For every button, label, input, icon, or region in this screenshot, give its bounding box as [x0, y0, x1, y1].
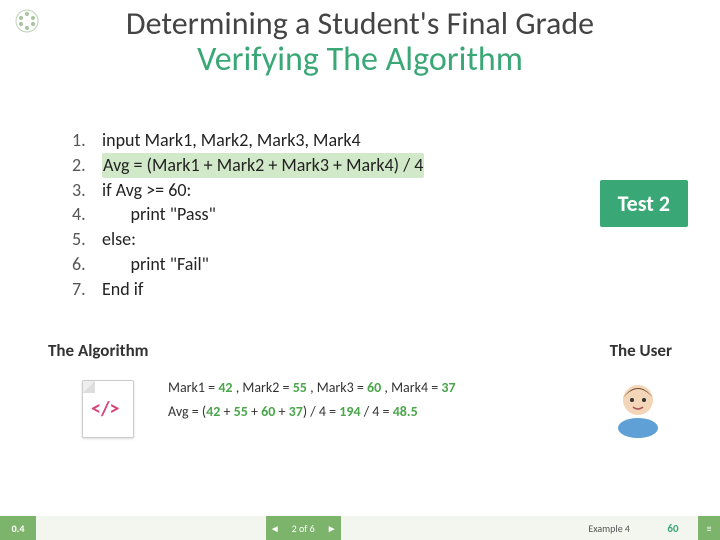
algo-line: 6. print "Fail" [72, 252, 532, 277]
trace-text: + [248, 403, 261, 420]
algo-line-number: 3. [72, 178, 102, 203]
slide-position: 2 of 6 [284, 522, 323, 535]
menu-button[interactable]: ≡ [698, 516, 720, 540]
footer-bar: 0.4 ◄ 2 of 6 ► Example 4 60 ≡ [0, 516, 720, 540]
trace-text: Mark1 = [168, 379, 215, 396]
algo-line-number: 6. [72, 252, 102, 277]
trace-value: 55 [234, 403, 248, 420]
algo-line-number: 1. [72, 128, 102, 153]
trace-text: , Mark4 = [384, 379, 438, 396]
user-avatar-icon [612, 374, 664, 438]
algo-line: 5.else: [72, 227, 532, 252]
example-label: Example 4 [570, 516, 648, 540]
trace-value: 194 [339, 403, 360, 420]
trace-text: , Mark3 = [310, 379, 364, 396]
next-button[interactable]: ► [323, 516, 341, 540]
trace-value: 42 [206, 403, 220, 420]
user-label: The User [610, 340, 672, 361]
trace-value: 42 [218, 379, 232, 396]
algo-line-text: if Avg >= 60: [102, 178, 191, 203]
code-file-icon: </> [82, 380, 142, 440]
trace-value: 37 [441, 379, 455, 396]
version-badge: 0.4 [0, 516, 36, 540]
footer-spacer [36, 516, 266, 540]
algo-line-number: 4. [72, 202, 102, 227]
algo-line: 4. print "Pass" [72, 202, 532, 227]
algo-line-number: 7. [72, 277, 102, 302]
algo-line-text: else: [102, 227, 136, 252]
trace-text: + [275, 403, 288, 420]
trace-text: / 4 = [361, 403, 393, 420]
algo-line: 1.input Mark1, Mark2, Mark3, Mark4 [72, 128, 532, 153]
slide: Determining a Student's Final Grade Veri… [0, 0, 720, 540]
slide-title: Determining a Student's Final Grade Veri… [0, 6, 720, 79]
page-number: 60 [648, 516, 698, 540]
trace-text: Avg = ( [168, 403, 206, 420]
trace-input-line: Mark1 = 42 , Mark2 = 55 , Mark3 = 60 , M… [168, 376, 568, 400]
prev-button[interactable]: ◄ [266, 516, 284, 540]
algo-line-text-highlighted: Avg = (Mark1 + Mark2 + Mark3 + Mark4) / … [102, 153, 424, 178]
trace-text: ) / 4 = [303, 403, 339, 420]
algo-line-text: print "Fail" [102, 252, 209, 277]
algo-line-text: End if [102, 277, 143, 302]
algo-line-text: input Mark1, Mark2, Mark3, Mark4 [102, 128, 361, 153]
footer-spacer [341, 516, 571, 540]
algo-line: 3.if Avg >= 60: [72, 178, 532, 203]
slide-nav: ◄ 2 of 6 ► [266, 516, 341, 540]
trace-value: 55 [293, 379, 307, 396]
trace-value: 48.5 [393, 403, 418, 420]
trace-avg-line: Avg = (42 + 55 + 60 + 37) / 4 = 194 / 4 … [168, 400, 568, 424]
test-badge: Test 2 [600, 180, 688, 227]
title-line-2: Verifying The Algorithm [0, 41, 720, 78]
algo-line-number: 2. [72, 153, 102, 178]
trace-value: 37 [289, 403, 303, 420]
algorithm-label: The Algorithm [48, 340, 149, 361]
trace-value: 60 [367, 379, 381, 396]
trace-text: , Mark2 = [236, 379, 290, 396]
title-line-1: Determining a Student's Final Grade [0, 6, 720, 41]
algo-line-number: 5. [72, 227, 102, 252]
trace-text: + [220, 403, 233, 420]
algo-line-text: print "Pass" [102, 202, 216, 227]
trace-value: 60 [261, 403, 275, 420]
trace-panel: Mark1 = 42 , Mark2 = 55 , Mark3 = 60 , M… [168, 376, 568, 424]
algorithm-listing: 1.input Mark1, Mark2, Mark3, Mark4 2.Avg… [72, 128, 532, 302]
algo-line: 2.Avg = (Mark1 + Mark2 + Mark3 + Mark4) … [72, 153, 532, 178]
menu-icon: ≡ [707, 522, 712, 535]
algo-line: 7.End if [72, 277, 532, 302]
